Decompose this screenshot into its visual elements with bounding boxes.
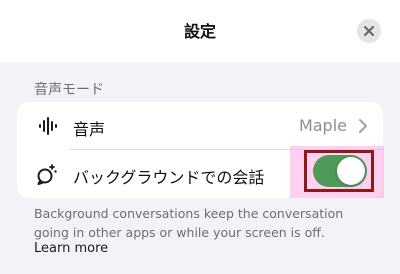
- voice-label: 音声: [73, 120, 106, 139]
- learn-more-link[interactable]: Learn more: [34, 241, 108, 256]
- voice-value: Maple: [298, 116, 347, 135]
- chevron-right-icon: [359, 119, 367, 133]
- background-conversation-footnote: Background conversations keep the conver…: [34, 206, 344, 240]
- toggle-annotation-box: [304, 150, 374, 192]
- page-title: 設定: [183, 22, 216, 41]
- voice-setting-row[interactable]: 音声 Maple: [17, 102, 383, 150]
- background-conversation-label: バックグラウンドでの会話: [73, 168, 265, 187]
- background-chat-icon: [37, 164, 57, 185]
- settings-header: 設定: [0, 0, 400, 62]
- section-title-voice-mode: 音声モード: [34, 82, 104, 98]
- waveform-icon: [39, 117, 57, 135]
- close-icon: [364, 26, 374, 36]
- close-button[interactable]: [357, 19, 381, 43]
